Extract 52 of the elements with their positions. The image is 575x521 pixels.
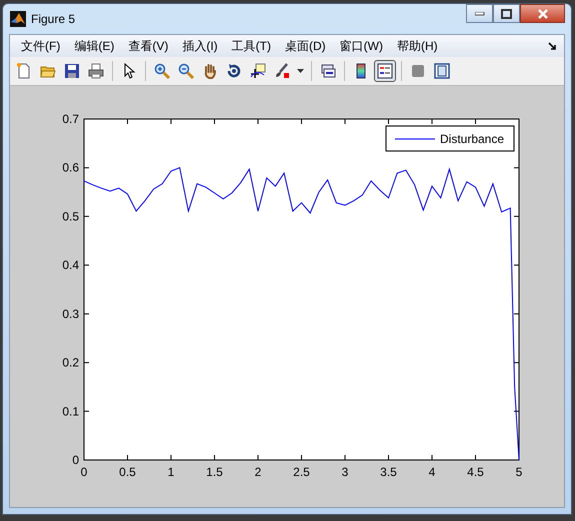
y-tick-label: 0 [72, 453, 79, 467]
menu-item[interactable]: 查看(V) [121, 38, 176, 54]
y-tick-label: 0.4 [62, 258, 79, 272]
x-tick-label: 4 [428, 465, 436, 479]
minimize-icon [474, 12, 484, 16]
x-tick-label: 3 [342, 465, 348, 479]
maximize-button[interactable] [493, 4, 520, 23]
close-button[interactable] [520, 4, 565, 23]
menu-item[interactable]: 帮助(H) [390, 38, 445, 54]
x-tick-label: 4.5 [467, 465, 484, 479]
window-title: Figure 5 [31, 12, 76, 26]
y-tick-label: 0.5 [62, 209, 79, 224]
legend-button[interactable] [374, 60, 396, 82]
y-tick-label: 0.2 [62, 356, 79, 370]
x-tick-label: 2 [254, 465, 262, 479]
y-tick-label: 0.6 [62, 160, 79, 175]
x-tick-label: 1.5 [206, 465, 223, 479]
hand-icon [202, 63, 218, 79]
close-icon [536, 8, 548, 18]
zoom-in-icon [154, 63, 170, 79]
legend: Disturbance [386, 126, 514, 152]
x-tick-label: 1 [168, 465, 174, 479]
y-tick-label: 0.1 [62, 404, 79, 418]
x-tick-label: 5 [516, 465, 522, 479]
dropdown-caret-icon[interactable] [297, 69, 304, 73]
app-icon [10, 11, 26, 27]
x-tick-label: 3.5 [380, 465, 397, 479]
dock-arrow-icon[interactable] [548, 42, 557, 50]
zoom-out-icon [178, 63, 194, 79]
brush-icon [274, 63, 290, 79]
menu-item[interactable]: 文件(F) [14, 38, 68, 54]
menu-item[interactable]: 桌面(D) [278, 38, 333, 54]
new-file-icon [16, 63, 32, 79]
x-tick-label: 2.5 [293, 465, 310, 479]
menu-item[interactable]: 工具(T) [224, 38, 278, 54]
link-icon [320, 63, 336, 79]
menu-item[interactable]: 插入(I) [175, 38, 225, 54]
y-tick-label: 0.7 [62, 112, 79, 126]
y-tick-label: 0.3 [62, 306, 79, 321]
x-tick-label: 0.5 [119, 465, 136, 479]
printer-icon [88, 63, 104, 79]
legend-label: Disturbance [440, 132, 504, 146]
minimize-button[interactable] [466, 4, 493, 23]
square-icon [410, 63, 426, 79]
window-frame-icon [434, 63, 450, 79]
x-tick-label: 0 [80, 465, 88, 479]
menu-item[interactable]: 编辑(E) [67, 38, 122, 54]
legend-icon [377, 63, 393, 79]
data-cursor-icon [250, 63, 266, 79]
menu-item[interactable]: 窗口(W) [332, 38, 390, 54]
maximize-icon [501, 8, 512, 18]
rotate-icon [226, 63, 242, 79]
